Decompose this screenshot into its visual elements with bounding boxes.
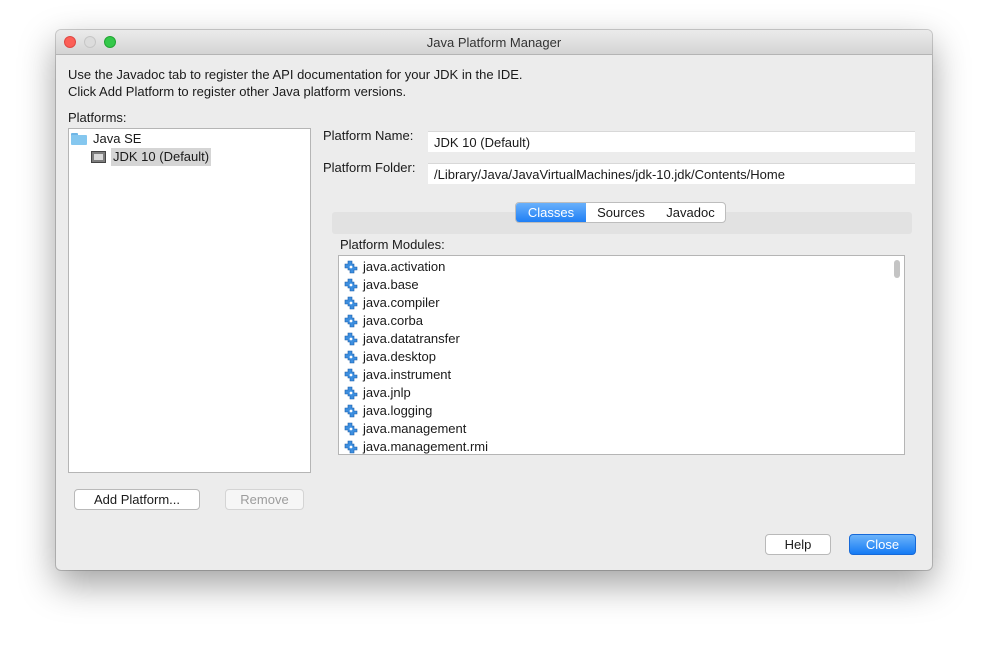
remove-button[interactable]: Remove: [225, 489, 304, 510]
add-platform-button[interactable]: Add Platform...: [74, 489, 200, 510]
module-label: java.desktop: [363, 349, 436, 364]
description: Use the Javadoc tab to register the API …: [68, 66, 523, 100]
module-label: java.base: [363, 277, 419, 292]
module-icon: [344, 278, 358, 292]
module-icon: [344, 332, 358, 346]
module-icon: [344, 440, 358, 454]
module-icon: [344, 314, 358, 328]
module-label: java.compiler: [363, 295, 440, 310]
module-label: java.instrument: [363, 367, 452, 382]
java-platform-manager-window: Java Platform Manager Use the Javadoc ta…: [56, 30, 932, 570]
platform-modules-list[interactable]: java.activation java.base java.compiler …: [338, 255, 905, 455]
platform-name-label: Platform Name:: [323, 128, 414, 143]
module-label: java.jnlp: [363, 385, 411, 400]
module-label: java.management: [363, 421, 467, 436]
platform-icon: [91, 151, 106, 163]
tab-sources[interactable]: Sources: [586, 203, 656, 222]
module-icon: [344, 404, 358, 418]
platform-folder-field[interactable]: /Library/Java/JavaVirtualMachines/jdk-10…: [428, 163, 915, 184]
module-label: java.logging: [363, 403, 433, 418]
description-line-1: Use the Javadoc tab to register the API …: [68, 67, 523, 82]
window-title: Java Platform Manager: [426, 35, 562, 50]
tree-node-label: Java SE: [93, 131, 142, 146]
module-label: java.datatransfer: [363, 331, 460, 346]
title-bar[interactable]: Java Platform Manager: [56, 30, 932, 55]
platforms-tree[interactable]: Java SE JDK 10 (Default): [68, 128, 311, 473]
platform-name-field[interactable]: JDK 10 (Default): [428, 131, 915, 152]
module-label: java.activation: [363, 259, 446, 274]
module-label: java.corba: [363, 313, 423, 328]
description-line-2: Click Add Platform to register other Jav…: [68, 84, 407, 99]
module-icon: [344, 296, 358, 310]
module-icon: [344, 422, 358, 436]
platform-folder-label: Platform Folder:: [323, 160, 416, 175]
module-icon: [344, 260, 358, 274]
modules-scrollbar-thumb[interactable]: [894, 260, 900, 278]
module-label: java.management.rmi: [363, 439, 488, 454]
tab-classes[interactable]: Classes: [516, 203, 586, 222]
module-icon: [344, 368, 358, 382]
tree-node-label: JDK 10 (Default): [111, 148, 212, 166]
platforms-label: Platforms:: [68, 110, 127, 125]
folder-icon: [71, 133, 87, 145]
module-icon: [344, 350, 358, 364]
help-button[interactable]: Help: [765, 534, 831, 555]
tab-javadoc[interactable]: Javadoc: [656, 203, 725, 222]
platform-modules-label: Platform Modules:: [340, 237, 445, 252]
tab-selector: Classes Sources Javadoc: [515, 202, 726, 223]
close-button[interactable]: Close: [849, 534, 916, 555]
module-icon: [344, 386, 358, 400]
